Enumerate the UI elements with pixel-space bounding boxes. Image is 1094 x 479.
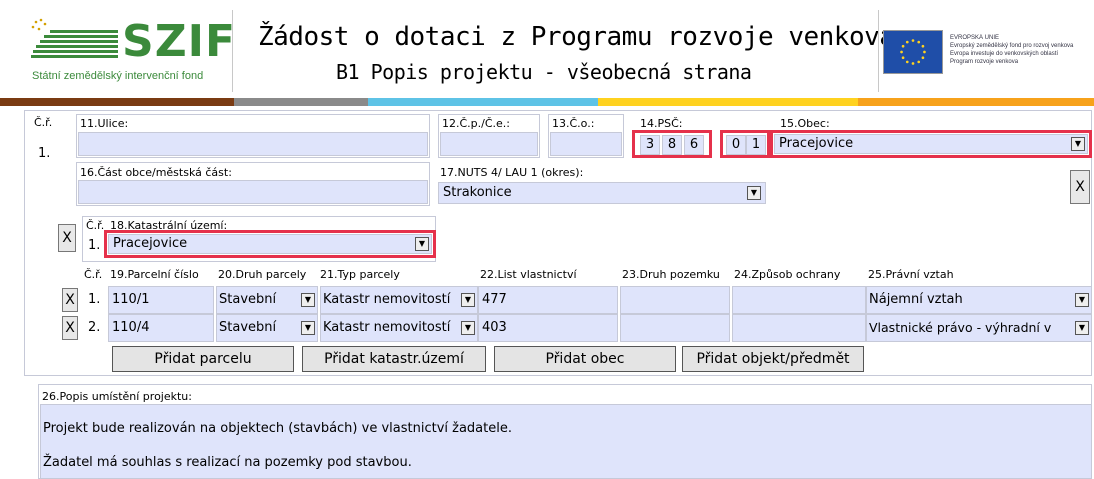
parcel-druh-value: Stavební — [219, 292, 277, 307]
parcel-vztah-select[interactable]: Vlastnické právo - výhradní v ▼ — [866, 314, 1092, 342]
parcel-header: Č.ř. — [84, 268, 103, 281]
szif-logo-graphic — [31, 18, 118, 58]
ulice-label: 11.Ulice: — [80, 117, 129, 130]
katastr-cr-label: Č.ř. — [86, 219, 105, 232]
chevron-down-icon[interactable]: ▼ — [461, 293, 475, 307]
parcel-typ-value: Katastr nemovitostí — [323, 320, 451, 335]
parcel-vztah-select[interactable]: Nájemní vztah ▼ — [866, 286, 1092, 314]
remove-address-button[interactable]: X — [1070, 170, 1090, 204]
psc-digit[interactable]: 1 — [746, 135, 766, 155]
parcel-vztah-value: Nájemní vztah — [869, 292, 963, 307]
chevron-down-icon[interactable]: ▼ — [1075, 293, 1089, 307]
color-band-gray — [234, 98, 368, 106]
nuts-select[interactable]: Strakonice ▼ — [438, 182, 766, 204]
remove-katastr-button[interactable]: X — [58, 224, 76, 252]
remove-parcel-button[interactable]: X — [62, 316, 78, 340]
color-band-brown — [0, 98, 234, 106]
obec-label: 15.Obec: — [780, 117, 830, 130]
parcel-typ-select[interactable]: Katastr nemovitostí ▼ — [320, 314, 478, 342]
nuts-label: 17.NUTS 4/ LAU 1 (okres): — [440, 166, 584, 179]
parcel-header: 20.Druh parcely — [218, 268, 307, 281]
cast-input[interactable] — [78, 180, 428, 204]
logo-text: SZIF — [122, 16, 237, 67]
chevron-down-icon[interactable]: ▼ — [461, 321, 475, 335]
parcel-druh-value: Stavební — [219, 320, 277, 335]
parcel-row-number: 1. — [88, 292, 101, 307]
cp-label: 12.Č.p./Č.e.: — [442, 117, 511, 130]
katastr-select[interactable]: Pracejovice ▼ — [108, 234, 432, 254]
add-parcel-button[interactable]: Přidat parcelu — [112, 346, 294, 372]
page-subtitle: B1 Popis projektu - všeobecná strana — [336, 60, 752, 84]
katastr-value: Pracejovice — [113, 236, 188, 251]
remove-parcel-button[interactable]: X — [62, 288, 78, 312]
co-label: 13.Č.o.: — [552, 117, 595, 130]
eu-caption-line: Program rozvoje venkova — [950, 59, 1019, 65]
parcel-header: 19.Parcelní číslo — [110, 268, 199, 281]
page-title: Žádost o dotaci z Programu rozvoje venko… — [258, 22, 895, 52]
obec-value: Pracejovice — [779, 136, 854, 151]
parcel-header: 25.Právní vztah — [868, 268, 954, 281]
parcel-druh-select[interactable]: Stavební ▼ — [216, 314, 318, 342]
cp-input[interactable] — [440, 132, 538, 156]
parcel-list-input[interactable]: 477 — [478, 286, 618, 314]
eu-caption: EVROPSKÁ UNIE Evropský zemědělský fond p… — [950, 34, 1090, 66]
parcel-ochrana-input[interactable] — [732, 286, 866, 314]
parcel-number-input[interactable]: 110/1 — [108, 286, 214, 314]
ulice-input[interactable] — [78, 132, 428, 156]
parcel-vztah-value: Vlastnické právo - výhradní v — [869, 320, 1052, 335]
parcel-header: 23.Druh pozemku — [622, 268, 720, 281]
chevron-down-icon[interactable]: ▼ — [301, 321, 315, 335]
eu-caption-line: Evropa investuje do venkovských oblastí — [950, 51, 1059, 57]
parcel-pozemek-input[interactable] — [620, 314, 730, 342]
popis-textarea[interactable]: Projekt bude realizován na objektech (st… — [40, 404, 1092, 479]
header-divider — [232, 10, 233, 92]
chevron-down-icon[interactable]: ▼ — [1071, 137, 1085, 151]
chevron-down-icon[interactable]: ▼ — [747, 186, 761, 200]
add-obec-button[interactable]: Přidat obec — [494, 346, 676, 372]
psc-label: 14.PSČ: — [640, 117, 683, 130]
parcel-list-input[interactable]: 403 — [478, 314, 618, 342]
psc-digit[interactable]: 0 — [726, 135, 746, 155]
popis-label: 26.Popis umístění projektu: — [42, 390, 192, 403]
parcel-header: 22.List vlastnictví — [480, 268, 577, 281]
parcel-typ-value: Katastr nemovitostí — [323, 292, 451, 307]
parcel-druh-select[interactable]: Stavební ▼ — [216, 286, 318, 314]
row-number: 1. — [38, 146, 51, 161]
parcel-pozemek-input[interactable] — [620, 286, 730, 314]
obec-select[interactable]: Pracejovice ▼ — [774, 134, 1088, 154]
color-band-blue — [368, 98, 598, 106]
row-number-header: Č.ř. — [34, 116, 53, 129]
popis-line: Projekt bude realizován na objektech (st… — [43, 421, 512, 436]
parcel-row-number: 2. — [88, 320, 101, 335]
parcel-header: 24.Způsob ochrany — [734, 268, 841, 281]
add-object-button[interactable]: Přidat objekt/předmět — [682, 346, 864, 372]
parcel-ochrana-input[interactable] — [732, 314, 866, 342]
chevron-down-icon[interactable]: ▼ — [415, 237, 429, 251]
header-divider-right — [878, 10, 879, 92]
color-band-yellow — [598, 98, 858, 106]
logo-subtitle: Státní zemědělský intervenční fond — [32, 70, 204, 82]
eu-caption-line: Evropský zemědělský fond pro rozvoj venk… — [950, 43, 1074, 49]
popis-line: Žadatel má souhlas s realizací na pozemk… — [43, 455, 412, 470]
eu-caption-line: EVROPSKÁ UNIE — [950, 35, 1000, 41]
parcel-typ-select[interactable]: Katastr nemovitostí ▼ — [320, 286, 478, 314]
nuts-value: Strakonice — [443, 185, 512, 200]
katastr-row-number: 1. — [88, 238, 101, 253]
add-katastr-button[interactable]: Přidat katastr.území — [302, 346, 486, 372]
psc-digit[interactable]: 8 — [662, 135, 682, 155]
parcel-header: 21.Typ parcely — [320, 268, 400, 281]
chevron-down-icon[interactable]: ▼ — [1075, 321, 1089, 335]
psc-digit[interactable]: 6 — [684, 135, 704, 155]
parcel-number-input[interactable]: 110/4 — [108, 314, 214, 342]
chevron-down-icon[interactable]: ▼ — [301, 293, 315, 307]
co-input[interactable] — [550, 132, 622, 156]
eu-flag-icon — [883, 30, 943, 74]
psc-digit[interactable]: 3 — [640, 135, 660, 155]
cast-label: 16.Část obce/městská část: — [80, 166, 232, 179]
color-band-orange — [858, 98, 1094, 106]
